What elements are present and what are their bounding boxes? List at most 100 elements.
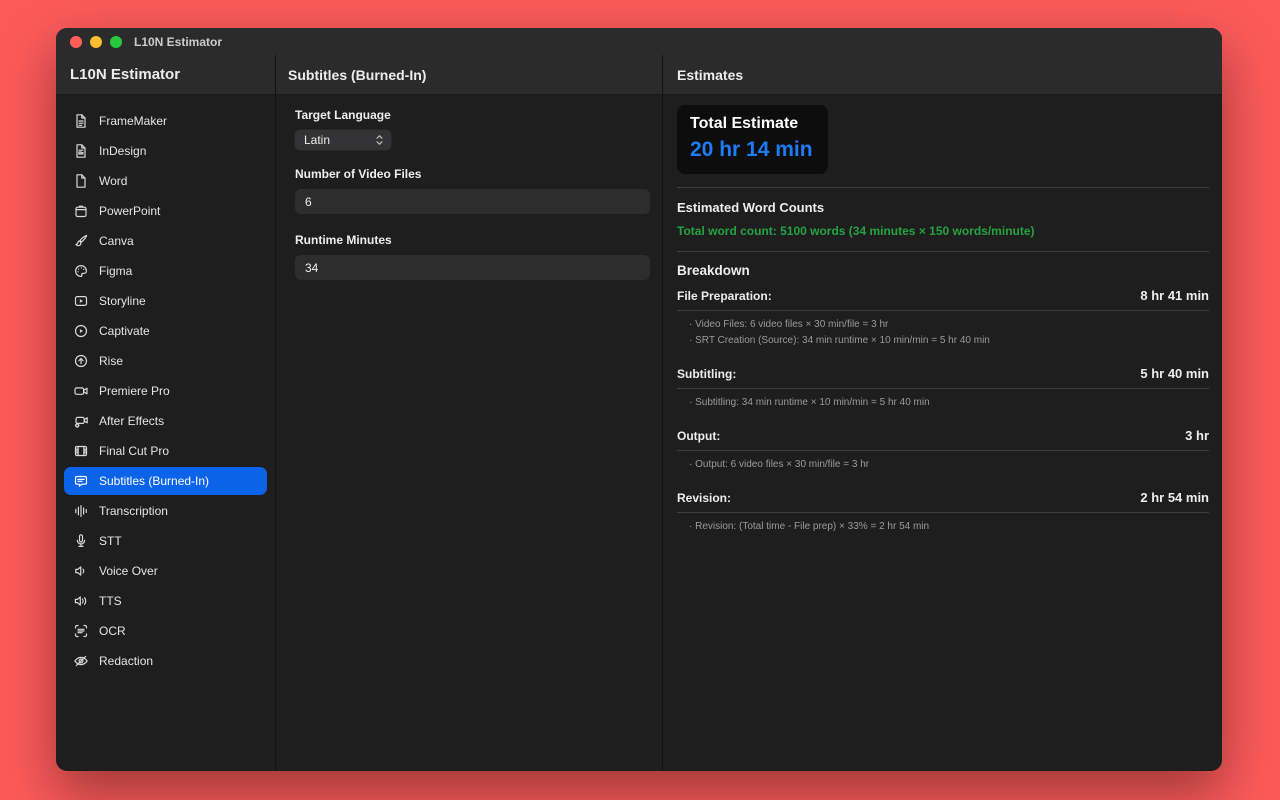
traffic-lights (70, 36, 122, 48)
window-title: L10N Estimator (134, 35, 222, 49)
sidebar-item-label: Transcription (99, 504, 168, 518)
video-camera-gear-icon (72, 413, 89, 430)
doc-richtext-icon (72, 143, 89, 160)
sidebar-item-transcription[interactable]: Transcription (64, 497, 267, 525)
text-viewfinder-icon (72, 623, 89, 640)
sidebar-item-captivate[interactable]: Captivate (64, 317, 267, 345)
breakdown-section: File Preparation: 8 hr 41 min Video File… (677, 281, 1209, 346)
eye-slash-icon (72, 653, 89, 670)
breakdown-list: File Preparation: 8 hr 41 min Video File… (677, 281, 1209, 532)
word-counts-heading: Estimated Word Counts (677, 200, 1209, 215)
breakdown-section-label: Subtitling: (677, 367, 736, 381)
sidebar-item-label: Rise (99, 354, 123, 368)
target-language-select[interactable]: Latin (295, 130, 391, 150)
total-estimate-value: 20 hr 14 min (690, 138, 813, 162)
sidebar-item-after-effects[interactable]: After Effects (64, 407, 267, 435)
breakdown-detail: SRT Creation (Source): 34 min runtime × … (689, 335, 1209, 346)
sidebar-item-indesign[interactable]: InDesign (64, 137, 267, 165)
breakdown-section: Subtitling: 5 hr 40 min Subtitling: 34 m… (677, 359, 1209, 408)
sidebar-header: L10N Estimator (56, 55, 275, 95)
sidebar-item-redaction[interactable]: Redaction (64, 647, 267, 675)
sidebar-item-final-cut-pro[interactable]: Final Cut Pro (64, 437, 267, 465)
runtime-minutes-input[interactable] (295, 255, 650, 280)
total-estimate-label: Total Estimate (690, 115, 813, 133)
sidebar-item-label: TTS (99, 594, 122, 608)
divider (677, 512, 1209, 513)
microphone-icon (72, 533, 89, 550)
breakdown-section: Revision: 2 hr 54 min Revision: (Total t… (677, 483, 1209, 532)
breakdown-detail: Revision: (Total time - File prep) × 33%… (689, 521, 1209, 532)
titlebar: L10N Estimator (56, 28, 1222, 55)
waveform-icon (72, 503, 89, 520)
sidebar-title: L10N Estimator (70, 66, 180, 83)
breakdown-heading: Breakdown (677, 263, 1209, 278)
sidebar-item-powerpoint[interactable]: PowerPoint (64, 197, 267, 225)
sidebar-item-label: Figma (99, 264, 132, 278)
doc-text-icon (72, 113, 89, 130)
divider (677, 310, 1209, 311)
speaker-wave-2-icon (72, 593, 89, 610)
breakdown-section-time: 2 hr 54 min (1140, 490, 1209, 505)
total-estimate-card: Total Estimate 20 hr 14 min (677, 105, 828, 174)
sidebar-item-label: Voice Over (99, 564, 158, 578)
divider (677, 450, 1209, 451)
sidebar-item-label: After Effects (99, 414, 164, 428)
breakdown-detail: Video Files: 6 video files × 30 min/file… (689, 319, 1209, 330)
video-files-input[interactable] (295, 189, 650, 214)
sidebar-nav: FrameMaker InDesign Word PowerPoint Canv… (56, 95, 275, 675)
breakdown-section: Output: 3 hr Output: 6 video files × 30 … (677, 421, 1209, 470)
target-language-label: Target Language (295, 108, 650, 122)
sidebar-item-subtitles-burned-in[interactable]: Subtitles (Burned-In) (64, 467, 267, 495)
sidebar-item-label: STT (99, 534, 122, 548)
chevron-up-down-icon (374, 133, 385, 147)
sidebar-item-ocr[interactable]: OCR (64, 617, 267, 645)
estimates-title: Estimates (677, 67, 743, 83)
word-count-summary: Total word count: 5100 words (34 minutes… (677, 224, 1209, 238)
sidebar-item-label: Storyline (99, 294, 146, 308)
breakdown-section-label: Output: (677, 429, 720, 443)
breakdown-section-time: 3 hr (1185, 428, 1209, 443)
estimates-panel: Estimates Total Estimate 20 hr 14 min Es… (663, 55, 1222, 771)
breakdown-section-label: Revision: (677, 491, 731, 505)
sidebar-item-label: InDesign (99, 144, 146, 158)
minimize-button[interactable] (90, 36, 102, 48)
play-rectangle-icon (72, 293, 89, 310)
form-panel-header: Subtitles (Burned-In) (276, 55, 662, 95)
sidebar-item-premiere-pro[interactable]: Premiere Pro (64, 377, 267, 405)
target-language-value: Latin (304, 133, 374, 147)
sidebar-item-storyline[interactable]: Storyline (64, 287, 267, 315)
app-window: L10N Estimator L10N Estimator FrameMaker… (56, 28, 1222, 771)
captions-bubble-icon (72, 473, 89, 490)
sidebar-item-framemaker[interactable]: FrameMaker (64, 107, 267, 135)
sidebar-item-voice-over[interactable]: Voice Over (64, 557, 267, 585)
breakdown-detail-list: Subtitling: 34 min runtime × 10 min/min … (677, 397, 1209, 408)
close-button[interactable] (70, 36, 82, 48)
sidebar-item-stt[interactable]: STT (64, 527, 267, 555)
estimates-header: Estimates (663, 55, 1222, 95)
sidebar-item-label: Canva (99, 234, 134, 248)
form-panel: Subtitles (Burned-In) Target Language La… (276, 55, 663, 771)
sidebar-item-label: Subtitles (Burned-In) (99, 474, 209, 488)
sidebar-item-word[interactable]: Word (64, 167, 267, 195)
divider (677, 187, 1209, 188)
sidebar-item-rise[interactable]: Rise (64, 347, 267, 375)
sidebar: L10N Estimator FrameMaker InDesign Word … (56, 55, 276, 771)
breakdown-detail: Subtitling: 34 min runtime × 10 min/min … (689, 397, 1209, 408)
divider (677, 388, 1209, 389)
breakdown-section-time: 5 hr 40 min (1140, 366, 1209, 381)
video-files-label: Number of Video Files (295, 167, 650, 181)
breakdown-section-time: 8 hr 41 min (1140, 288, 1209, 303)
sidebar-item-figma[interactable]: Figma (64, 257, 267, 285)
sidebar-item-canva[interactable]: Canva (64, 227, 267, 255)
divider (677, 251, 1209, 252)
arrow-up-circle-icon (72, 353, 89, 370)
zoom-button[interactable] (110, 36, 122, 48)
presentation-box-icon (72, 203, 89, 220)
runtime-minutes-label: Runtime Minutes (295, 233, 650, 247)
speaker-wave-1-icon (72, 563, 89, 580)
breakdown-detail: Output: 6 video files × 30 min/file = 3 … (689, 459, 1209, 470)
sidebar-item-label: Premiere Pro (99, 384, 170, 398)
doc-icon (72, 173, 89, 190)
play-circle-icon (72, 323, 89, 340)
sidebar-item-tts[interactable]: TTS (64, 587, 267, 615)
